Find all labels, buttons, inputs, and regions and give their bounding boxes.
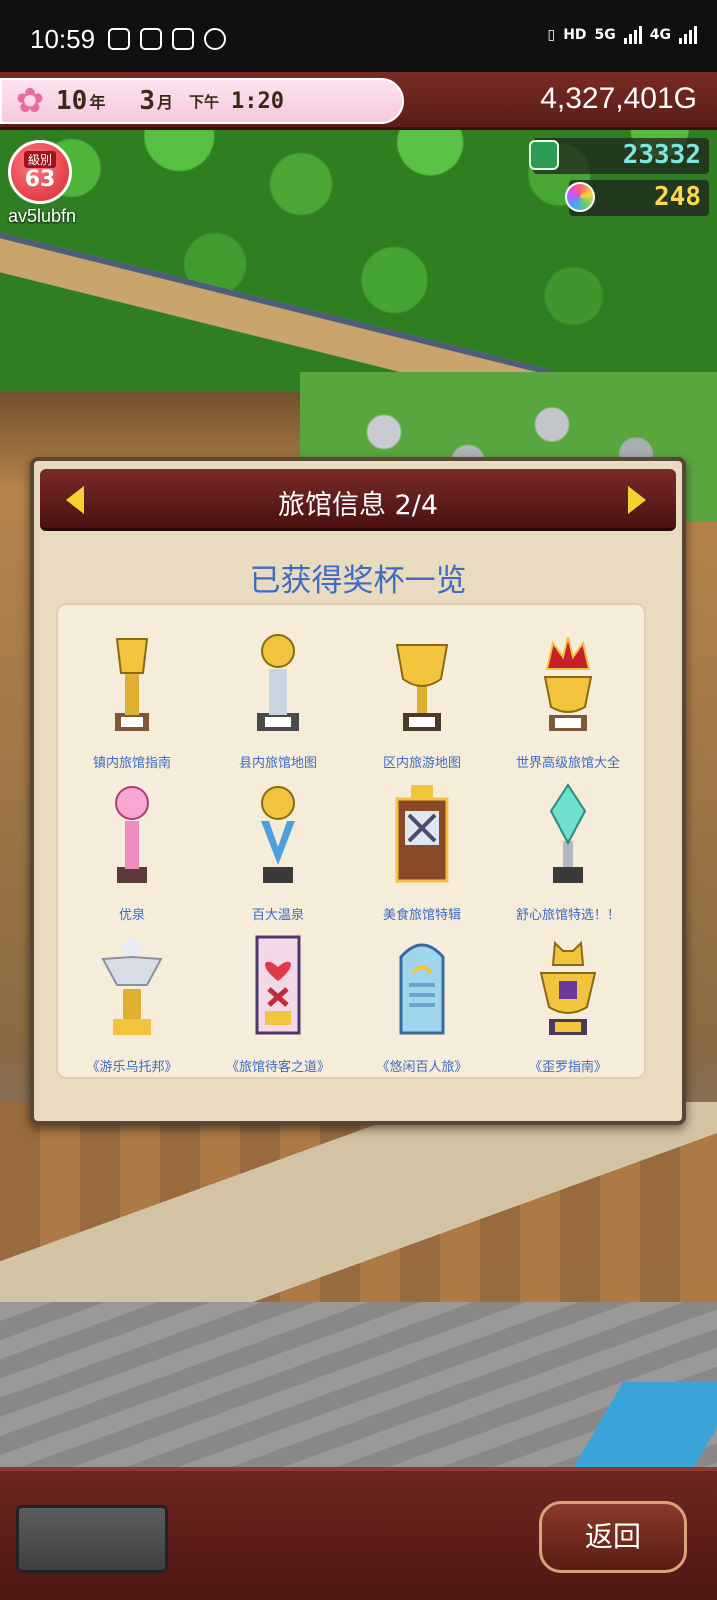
- vibrate-icon: ▯: [547, 27, 556, 43]
- date-display: ✿ 10 年 3 月 下午 1:20: [0, 78, 404, 124]
- trophy-name: 百大温泉: [251, 908, 304, 923]
- trophy-item[interactable]: 优泉: [62, 773, 202, 923]
- at-icon: [204, 28, 226, 50]
- trophy-item[interactable]: 《歪罗指南》: [498, 925, 638, 1075]
- year-unit: 年: [89, 93, 106, 112]
- trophy-name: 世界高级旅馆大全: [515, 756, 620, 771]
- ampm-label: 下午: [189, 92, 220, 111]
- level-badge[interactable]: 級別 63: [8, 140, 72, 204]
- system-icons: ▯ HD 5G 4G: [547, 26, 697, 44]
- trophy-name: 舒心旅馆特选！！: [515, 908, 620, 923]
- sakura-icon: ✿: [15, 81, 45, 121]
- trophy-item[interactable]: 舒心旅馆特选！！: [498, 773, 638, 923]
- trophy-item[interactable]: 《悠闲百人旅》: [352, 925, 492, 1075]
- crown-cup-trophy-icon: [543, 636, 593, 731]
- app-notification-icon: [140, 28, 162, 50]
- inn-info-dialog: 旅馆信息 2/4 已获得奖杯一览 镇内旅馆指南 县内旅馆地图 区内旅游地图 世界…: [30, 457, 686, 1125]
- trophy-name: 美食旅馆特辑: [382, 908, 461, 923]
- cat-cup-trophy-icon: [539, 940, 597, 1035]
- menu-slot-button[interactable]: [16, 1505, 168, 1573]
- trophy-name: 《旅馆待客之道》: [225, 1060, 330, 1075]
- gold-cup-trophy-icon: [395, 644, 449, 731]
- trophy-item[interactable]: 县内旅馆地图: [208, 621, 348, 771]
- trophy-list-title: 已获得奖杯一览: [249, 563, 467, 599]
- gold-silver-torch-trophy-icon: [257, 634, 299, 731]
- food-plaque-trophy-icon: [395, 785, 449, 883]
- spring-points-counter: 248: [565, 180, 709, 216]
- gold-torch-trophy-icon: [115, 638, 149, 731]
- crystal-trophy-icon: [549, 783, 587, 883]
- trophy-item[interactable]: 《游乐乌托邦》: [62, 925, 202, 1075]
- trophy-item[interactable]: 镇内旅馆指南: [62, 621, 202, 771]
- network-5g-label: 5G: [594, 27, 616, 43]
- year-value: 10: [56, 86, 88, 116]
- tickets-value: 23332: [622, 140, 701, 170]
- onsen-points-icon: [565, 182, 595, 212]
- network-4g-label: 4G: [649, 27, 671, 43]
- dialog-title: 旅馆信息 2/4: [277, 490, 439, 521]
- trophy-name: 《游乐乌托邦》: [86, 1060, 178, 1075]
- trophy-name: 区内旅游地图: [382, 756, 461, 771]
- trophy-name: 镇内旅馆指南: [92, 756, 171, 771]
- signal-4g-icon: [679, 26, 697, 44]
- trophy-item[interactable]: 美食旅馆特辑: [352, 773, 492, 923]
- back-button[interactable]: 返回: [539, 1501, 687, 1573]
- trophy-name: 县内旅馆地图: [238, 756, 317, 771]
- trophy-item[interactable]: 世界高级旅馆大全: [498, 621, 638, 771]
- level-number: 63: [24, 167, 56, 192]
- month-value: 3: [139, 86, 155, 116]
- arrow-right-icon: [628, 486, 646, 514]
- ticket-icon: [529, 140, 559, 170]
- blue-ribbon-globe-trophy-icon: [261, 786, 295, 883]
- angel-statue-trophy-icon: [101, 937, 163, 1035]
- trophy-name: 《歪罗指南》: [528, 1060, 607, 1075]
- trophy-name: 优泉: [118, 908, 145, 923]
- level-label: 級別: [23, 151, 56, 168]
- dialog-header: 旅馆信息 2/4: [40, 469, 676, 531]
- month-unit: 月: [156, 93, 173, 112]
- heart-ribbon-plaque-icon: [255, 935, 301, 1035]
- trophy-item[interactable]: 《旅馆待客之道》: [208, 925, 348, 1075]
- signal-5g-icon: [623, 26, 642, 44]
- pink-onsen-trophy-icon: [115, 786, 149, 883]
- trophy-item[interactable]: 百大温泉: [208, 773, 348, 923]
- gold-amount: 4,327,401G: [540, 82, 697, 115]
- bottom-bar: 返回: [0, 1467, 717, 1600]
- blue-onsen-plaque-icon: [399, 943, 445, 1035]
- notification-icons: [108, 28, 226, 50]
- player-name: av5lubfn: [8, 206, 77, 226]
- trophy-grid: 镇内旅馆指南 县内旅馆地图 区内旅游地图 世界高级旅馆大全 优泉 百大温泉 美食…: [56, 603, 646, 1079]
- message-icon: [172, 28, 194, 50]
- top-hud: ✿ 10 年 3 月 下午 1:20 4,327,401G: [0, 72, 717, 130]
- status-bar: 10:59 ▯ HD 5G 4G: [0, 0, 717, 72]
- trophy-name: 《悠闲百人旅》: [376, 1060, 468, 1075]
- hd-label: HD: [563, 27, 587, 43]
- next-page-button[interactable]: [620, 483, 650, 517]
- spring-points-value: 248: [654, 182, 701, 212]
- clock: 1:20: [231, 88, 284, 114]
- trophy-item[interactable]: 区内旅游地图: [352, 621, 492, 771]
- tickets-counter: 23332: [529, 138, 709, 174]
- wechat-icon: [108, 28, 130, 50]
- status-time: 10:59: [30, 24, 96, 54]
